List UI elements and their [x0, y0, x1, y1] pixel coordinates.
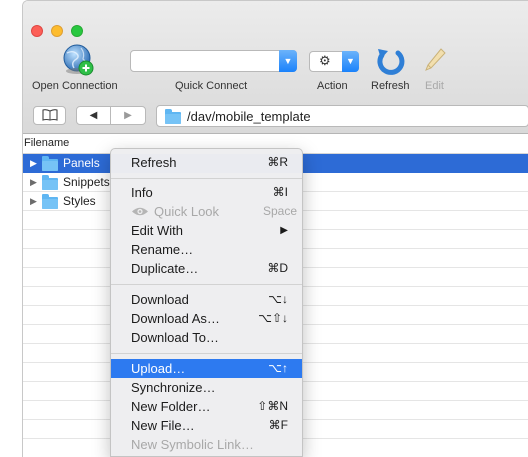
minimize-window-button[interactable]	[51, 25, 63, 37]
menu-item-label: Upload…	[131, 361, 186, 376]
menu-item-shortcut: ⌘F	[268, 418, 288, 432]
menu-item-label: Refresh	[131, 155, 177, 170]
path-text: /dav/mobile_template	[187, 109, 311, 124]
folder-icon	[165, 109, 181, 124]
submenu-arrow-icon: ▶	[280, 225, 288, 236]
file-name: Panels	[63, 156, 100, 170]
menu-item-refresh[interactable]: Refresh ⌘R	[111, 153, 302, 172]
menu-item-label: Info	[131, 185, 153, 200]
pencil-icon	[425, 48, 446, 71]
menu-item-label: Edit With	[131, 223, 184, 238]
edit-label: Edit	[425, 80, 444, 92]
menu-item-quick-look: Quick Look Space	[111, 202, 302, 221]
globe-plus-icon[interactable]	[61, 43, 95, 77]
menu-item-label: New Symbolic Link…	[131, 437, 254, 452]
context-menu: Refresh ⌘R Info ⌘I Quick Look Space Edit…	[110, 148, 303, 457]
open-connection-label[interactable]: Open Connection	[32, 80, 118, 92]
folder-icon	[42, 175, 58, 190]
bookmarks-button[interactable]	[33, 106, 66, 125]
menu-item-shortcut: Space	[262, 204, 297, 218]
refresh-label[interactable]: Refresh	[371, 80, 410, 92]
folder-icon	[42, 156, 58, 171]
menu-item-shortcut: ⇧⌘N	[257, 399, 288, 413]
menu-item-label: Download As…	[131, 311, 220, 326]
menu-item-new-file[interactable]: New File… ⌘F	[111, 416, 302, 435]
menu-item-upload[interactable]: Upload… ⌥↑	[111, 359, 302, 378]
book-icon	[41, 109, 58, 121]
close-window-button[interactable]	[31, 25, 43, 37]
action-label: Action	[317, 80, 348, 92]
refresh-arrow-icon[interactable]	[374, 45, 408, 75]
menu-item-synchronize[interactable]: Synchronize…	[111, 378, 302, 397]
menu-separator	[111, 178, 302, 179]
menu-separator	[111, 353, 302, 354]
toolbar: Open Connection ▼ Quick Connect ⚙ ▼ Acti…	[23, 1, 528, 134]
menu-item-label: Rename…	[131, 242, 194, 257]
menu-item-download-to[interactable]: Download To…	[111, 328, 302, 347]
eye-icon	[132, 207, 148, 216]
gear-icon: ⚙	[319, 53, 331, 68]
menu-item-label: Quick Look	[154, 204, 220, 219]
menu-item-label: Duplicate…	[131, 261, 199, 276]
menu-item-label: Download To…	[131, 330, 219, 345]
menu-item-label: New File…	[131, 418, 195, 433]
file-name: Styles	[63, 194, 96, 208]
disclosure-triangle-icon[interactable]: ▶	[30, 196, 37, 207]
menu-item-info[interactable]: Info ⌘I	[111, 183, 302, 202]
menu-item-download[interactable]: Download ⌥↓	[111, 290, 302, 309]
quick-connect-label: Quick Connect	[175, 80, 248, 92]
menu-item-label: New Folder…	[131, 399, 211, 414]
quick-connect-combobox[interactable]: ▼	[130, 50, 297, 72]
folder-icon	[42, 194, 58, 209]
forward-button[interactable]: ▶	[110, 106, 146, 125]
menu-separator	[111, 284, 302, 285]
menu-item-shortcut: ⌥↑	[268, 361, 288, 375]
menu-item-download-as[interactable]: Download As… ⌥⇧↓	[111, 309, 302, 328]
menu-item-label: Download	[131, 292, 189, 307]
menu-item-edit-with[interactable]: Edit With ▶	[111, 221, 302, 240]
disclosure-triangle-icon[interactable]: ▶	[30, 158, 37, 169]
chevron-down-icon: ▼	[342, 51, 359, 72]
menu-item-new-folder[interactable]: New Folder… ⇧⌘N	[111, 397, 302, 416]
menu-item-shortcut: ⌥↓	[268, 292, 288, 306]
menu-item-duplicate[interactable]: Duplicate… ⌘D	[111, 259, 302, 278]
back-button[interactable]: ◀	[76, 106, 111, 125]
zoom-window-button[interactable]	[71, 25, 83, 37]
menu-item-shortcut: ⌘R	[267, 155, 288, 169]
chevron-down-icon[interactable]: ▼	[279, 50, 297, 72]
forward-arrow-icon: ▶	[124, 110, 132, 121]
disclosure-triangle-icon[interactable]: ▶	[30, 177, 37, 188]
menu-item-rename[interactable]: Rename…	[111, 240, 302, 259]
menu-item-shortcut: ⌥⇧↓	[258, 311, 288, 325]
action-button[interactable]: ⚙ ▼	[309, 51, 359, 72]
menu-item-shortcut: ⌘I	[272, 185, 288, 199]
menu-item-new-symbolic-link: New Symbolic Link…	[111, 435, 302, 454]
file-name: Snippets	[63, 175, 110, 189]
back-arrow-icon: ◀	[89, 110, 98, 121]
menu-item-shortcut: ⌘D	[267, 261, 288, 275]
menu-item-label: Synchronize…	[131, 380, 216, 395]
path-field[interactable]: /dav/mobile_template	[156, 105, 528, 127]
